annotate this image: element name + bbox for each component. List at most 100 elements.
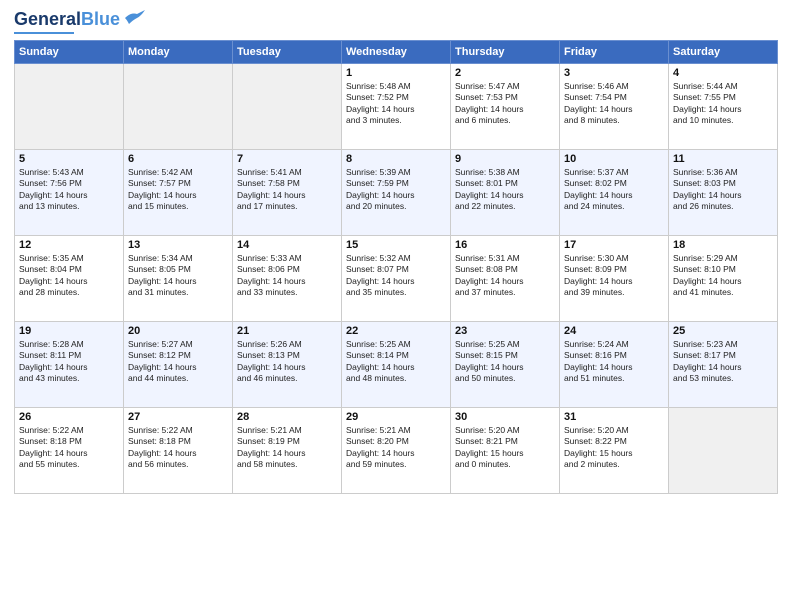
day-number: 2	[455, 67, 555, 79]
calendar-cell: 25Sunrise: 5:23 AM Sunset: 8:17 PM Dayli…	[669, 321, 778, 407]
calendar-cell: 3 Sunrise: 5:46 AM Sunset: 7:54 PM Daylig…	[560, 63, 669, 149]
day-info: Sunrise: 5:31 AM Sunset: 8:08 PM Dayligh…	[455, 253, 555, 299]
day-number: 21	[237, 325, 337, 337]
day-info: Sunrise: 5:37 AM Sunset: 8:02 PM Dayligh…	[564, 167, 664, 213]
day-info: Sunrise: 5:29 AM Sunset: 8:10 PM Dayligh…	[673, 253, 773, 299]
day-info: Sunrise: 5:20 AM Sunset: 8:22 PM Dayligh…	[564, 425, 664, 471]
weekday-header-friday: Friday	[560, 40, 669, 63]
week-row-1: 1 Sunrise: 5:48 AM Sunset: 7:52 PM Daylig…	[15, 63, 778, 149]
calendar-cell: 15 Sunrise: 5:32 AM Sunset: 8:07 PM Dayli…	[342, 235, 451, 321]
calendar-cell	[124, 63, 233, 149]
calendar-cell	[233, 63, 342, 149]
calendar-cell: 28Sunrise: 5:21 AM Sunset: 8:19 PM Dayli…	[233, 407, 342, 493]
day-number: 25	[673, 325, 773, 337]
day-number: 8	[346, 153, 446, 165]
day-info: Sunrise: 5:25 AM Sunset: 8:15 PM Dayligh…	[455, 339, 555, 385]
day-info: Sunrise: 5:22 AM Sunset: 8:18 PM Dayligh…	[128, 425, 228, 471]
calendar-cell: 18 Sunrise: 5:29 AM Sunset: 8:10 PM Dayli…	[669, 235, 778, 321]
day-number: 27	[128, 411, 228, 423]
weekday-header-monday: Monday	[124, 40, 233, 63]
day-number: 6	[128, 153, 228, 165]
day-info: Sunrise: 5:44 AM Sunset: 7:55 PM Dayligh…	[673, 81, 773, 127]
calendar-cell: 20Sunrise: 5:27 AM Sunset: 8:12 PM Dayli…	[124, 321, 233, 407]
day-number: 30	[455, 411, 555, 423]
weekday-header-row: SundayMondayTuesdayWednesdayThursdayFrid…	[15, 40, 778, 63]
calendar-cell: 12 Sunrise: 5:35 AM Sunset: 8:04 PM Dayli…	[15, 235, 124, 321]
day-info: Sunrise: 5:39 AM Sunset: 7:59 PM Dayligh…	[346, 167, 446, 213]
week-row-2: 5 Sunrise: 5:43 AM Sunset: 7:56 PM Daylig…	[15, 149, 778, 235]
weekday-header-saturday: Saturday	[669, 40, 778, 63]
calendar-cell: 2Sunrise: 5:47 AM Sunset: 7:53 PM Daylig…	[451, 63, 560, 149]
weekday-header-thursday: Thursday	[451, 40, 560, 63]
day-number: 3	[564, 67, 664, 79]
day-number: 16	[455, 239, 555, 251]
logo-underline	[14, 32, 74, 34]
day-number: 19	[19, 325, 119, 337]
day-number: 4	[673, 67, 773, 79]
calendar-cell: 24 Sunrise: 5:24 AM Sunset: 8:16 PM Dayli…	[560, 321, 669, 407]
day-info: Sunrise: 5:38 AM Sunset: 8:01 PM Dayligh…	[455, 167, 555, 213]
day-info: Sunrise: 5:48 AM Sunset: 7:52 PM Dayligh…	[346, 81, 446, 127]
day-info: Sunrise: 5:21 AM Sunset: 8:19 PM Dayligh…	[237, 425, 337, 471]
day-number: 26	[19, 411, 119, 423]
calendar-cell: 4 Sunrise: 5:44 AM Sunset: 7:55 PM Daylig…	[669, 63, 778, 149]
day-number: 13	[128, 239, 228, 251]
calendar-cell	[669, 407, 778, 493]
day-info: Sunrise: 5:24 AM Sunset: 8:16 PM Dayligh…	[564, 339, 664, 385]
calendar-cell: 17Sunrise: 5:30 AM Sunset: 8:09 PM Dayli…	[560, 235, 669, 321]
day-number: 11	[673, 153, 773, 165]
weekday-header-wednesday: Wednesday	[342, 40, 451, 63]
day-info: Sunrise: 5:25 AM Sunset: 8:14 PM Dayligh…	[346, 339, 446, 385]
day-info: Sunrise: 5:32 AM Sunset: 8:07 PM Dayligh…	[346, 253, 446, 299]
day-number: 18	[673, 239, 773, 251]
day-info: Sunrise: 5:20 AM Sunset: 8:21 PM Dayligh…	[455, 425, 555, 471]
calendar-cell: 29 Sunrise: 5:21 AM Sunset: 8:20 PM Dayli…	[342, 407, 451, 493]
calendar-cell: 22Sunrise: 5:25 AM Sunset: 8:14 PM Dayli…	[342, 321, 451, 407]
day-number: 14	[237, 239, 337, 251]
week-row-3: 12 Sunrise: 5:35 AM Sunset: 8:04 PM Dayli…	[15, 235, 778, 321]
weekday-header-tuesday: Tuesday	[233, 40, 342, 63]
calendar-cell: 23 Sunrise: 5:25 AM Sunset: 8:15 PM Dayli…	[451, 321, 560, 407]
calendar-cell: 19 Sunrise: 5:28 AM Sunset: 8:11 PM Dayli…	[15, 321, 124, 407]
calendar-container: GeneralBlue SundayMondayTuesdayWednesday…	[0, 0, 792, 612]
day-info: Sunrise: 5:34 AM Sunset: 8:05 PM Dayligh…	[128, 253, 228, 299]
calendar-cell: 1 Sunrise: 5:48 AM Sunset: 7:52 PM Daylig…	[342, 63, 451, 149]
calendar-cell: 9 Sunrise: 5:38 AM Sunset: 8:01 PM Daylig…	[451, 149, 560, 235]
calendar-cell: 26 Sunrise: 5:22 AM Sunset: 8:18 PM Dayli…	[15, 407, 124, 493]
logo-text: GeneralBlue	[14, 10, 120, 30]
day-number: 9	[455, 153, 555, 165]
day-info: Sunrise: 5:43 AM Sunset: 7:56 PM Dayligh…	[19, 167, 119, 213]
day-info: Sunrise: 5:22 AM Sunset: 8:18 PM Dayligh…	[19, 425, 119, 471]
logo: GeneralBlue	[14, 10, 145, 34]
calendar-cell: 30 Sunrise: 5:20 AM Sunset: 8:21 PM Dayli…	[451, 407, 560, 493]
calendar-cell: 14 Sunrise: 5:33 AM Sunset: 8:06 PM Dayli…	[233, 235, 342, 321]
day-number: 10	[564, 153, 664, 165]
day-info: Sunrise: 5:28 AM Sunset: 8:11 PM Dayligh…	[19, 339, 119, 385]
calendar-cell: 27 Sunrise: 5:22 AM Sunset: 8:18 PM Dayli…	[124, 407, 233, 493]
day-info: Sunrise: 5:35 AM Sunset: 8:04 PM Dayligh…	[19, 253, 119, 299]
calendar-cell: 13 Sunrise: 5:34 AM Sunset: 8:05 PM Dayli…	[124, 235, 233, 321]
day-info: Sunrise: 5:46 AM Sunset: 7:54 PM Dayligh…	[564, 81, 664, 127]
day-number: 12	[19, 239, 119, 251]
calendar-cell: 16 Sunrise: 5:31 AM Sunset: 8:08 PM Dayli…	[451, 235, 560, 321]
day-info: Sunrise: 5:21 AM Sunset: 8:20 PM Dayligh…	[346, 425, 446, 471]
day-number: 1	[346, 67, 446, 79]
day-number: 24	[564, 325, 664, 337]
day-number: 17	[564, 239, 664, 251]
calendar-cell: 5 Sunrise: 5:43 AM Sunset: 7:56 PM Daylig…	[15, 149, 124, 235]
day-number: 15	[346, 239, 446, 251]
logo-bird-icon	[123, 10, 145, 26]
calendar-cell: 10 Sunrise: 5:37 AM Sunset: 8:02 PM Dayli…	[560, 149, 669, 235]
day-number: 29	[346, 411, 446, 423]
day-info: Sunrise: 5:41 AM Sunset: 7:58 PM Dayligh…	[237, 167, 337, 213]
day-number: 5	[19, 153, 119, 165]
weekday-header-sunday: Sunday	[15, 40, 124, 63]
day-info: Sunrise: 5:26 AM Sunset: 8:13 PM Dayligh…	[237, 339, 337, 385]
calendar-cell: 6 Sunrise: 5:42 AM Sunset: 7:57 PM Daylig…	[124, 149, 233, 235]
week-row-5: 26 Sunrise: 5:22 AM Sunset: 8:18 PM Dayli…	[15, 407, 778, 493]
day-number: 23	[455, 325, 555, 337]
calendar-cell: 8 Sunrise: 5:39 AM Sunset: 7:59 PM Daylig…	[342, 149, 451, 235]
day-info: Sunrise: 5:33 AM Sunset: 8:06 PM Dayligh…	[237, 253, 337, 299]
day-info: Sunrise: 5:42 AM Sunset: 7:57 PM Dayligh…	[128, 167, 228, 213]
calendar-cell: 7Sunrise: 5:41 AM Sunset: 7:58 PM Daylig…	[233, 149, 342, 235]
